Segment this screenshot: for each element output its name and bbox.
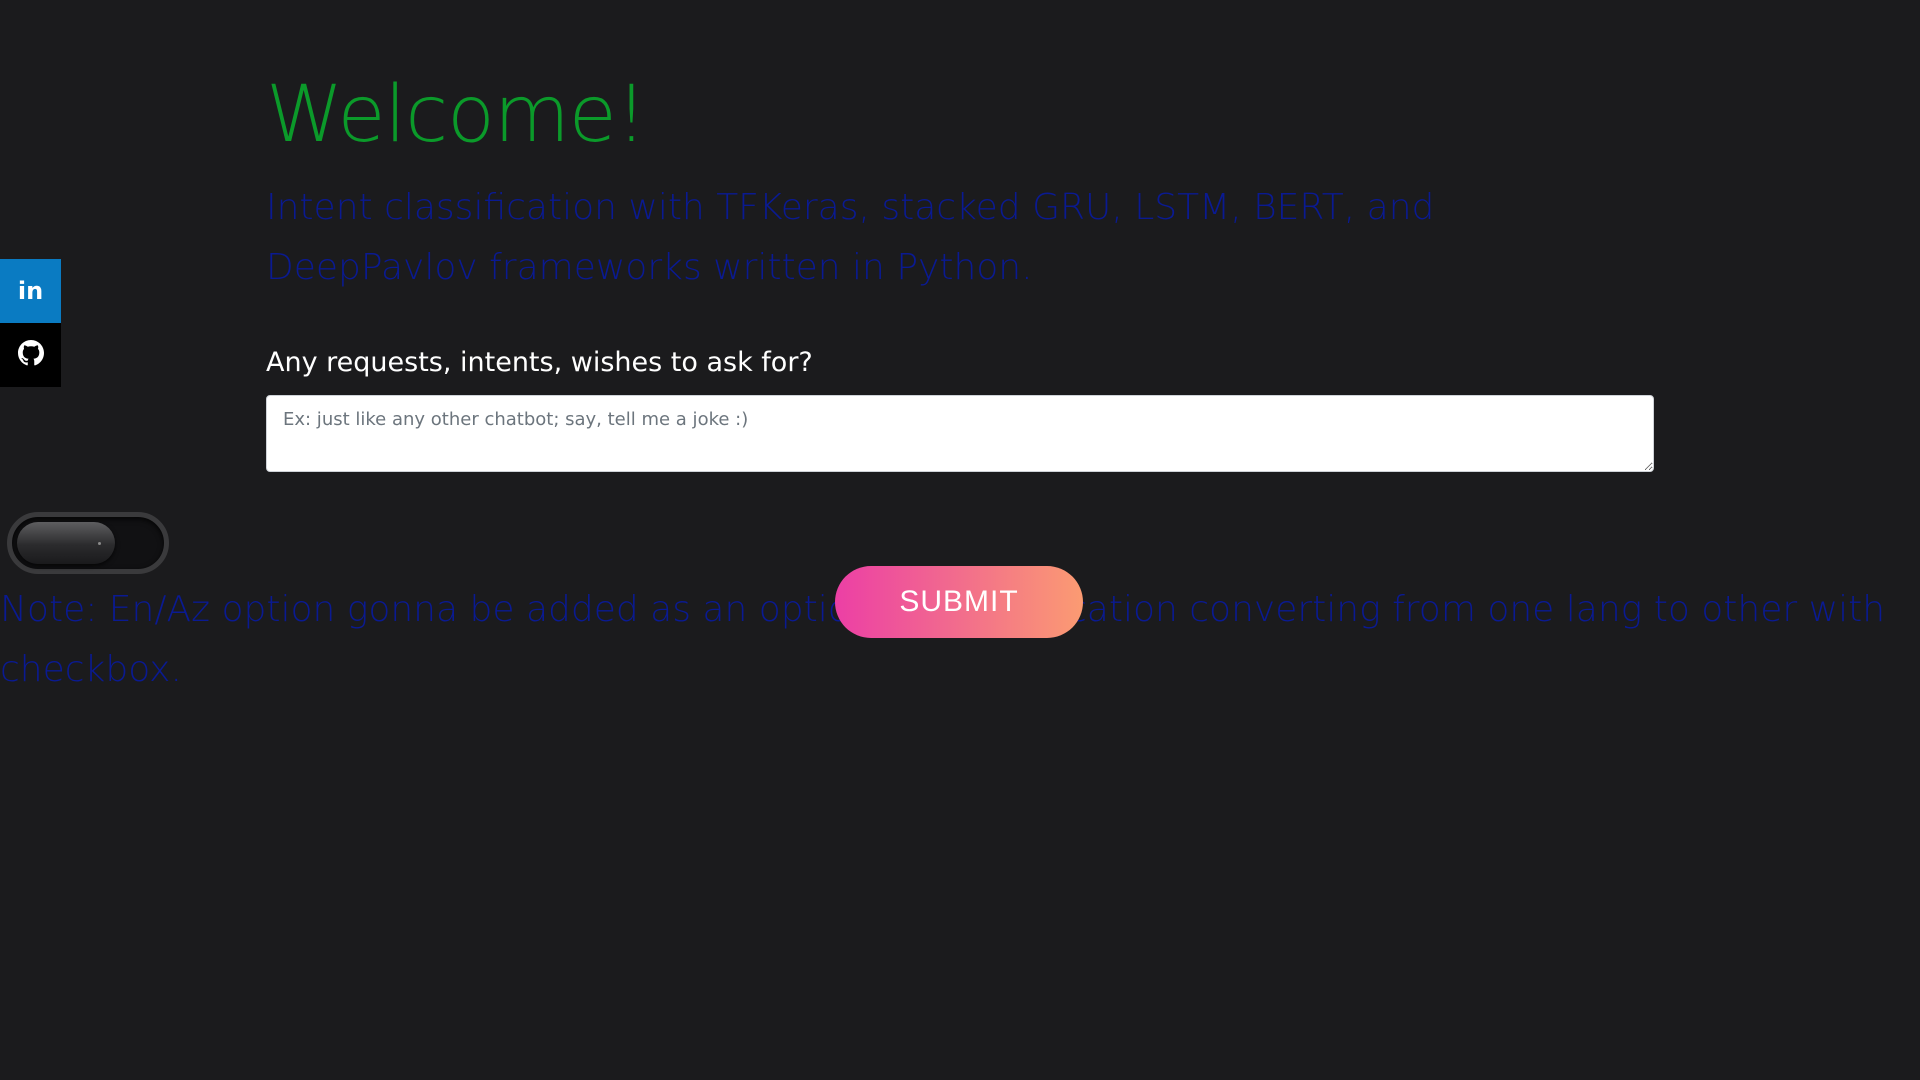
linkedin-link[interactable]: in — [0, 259, 61, 323]
language-toggle[interactable] — [7, 512, 169, 574]
github-link[interactable] — [0, 323, 61, 387]
hero: Welcome! Intent classification with TFKe… — [266, 60, 1654, 298]
toggle-knob[interactable] — [17, 522, 115, 564]
page-subtitle: Intent classification with TFKeras, stac… — [266, 187, 1435, 288]
page-title: Welcome! — [266, 70, 647, 160]
request-label: Any requests, intents, wishes to ask for… — [266, 347, 813, 378]
submit-button[interactable]: SUBMIT — [835, 566, 1083, 638]
github-icon — [17, 340, 44, 370]
request-input[interactable] — [266, 395, 1654, 472]
social-sidebar: in — [0, 259, 61, 387]
linkedin-icon: in — [17, 277, 44, 305]
